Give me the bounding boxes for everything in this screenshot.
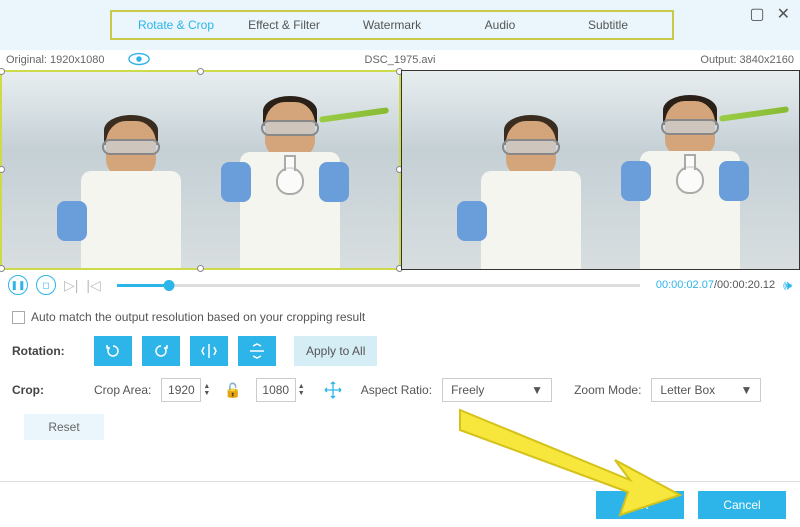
ok-button[interactable]: OK	[596, 491, 684, 519]
settings-panel: Auto match the output resolution based o…	[0, 300, 800, 450]
lock-icon[interactable]: 🔓	[224, 382, 241, 399]
stop-button[interactable]: ◻	[36, 275, 56, 295]
rotate-right-button[interactable]	[142, 336, 180, 366]
cancel-button[interactable]: Cancel	[698, 491, 786, 519]
chevron-down-icon: ▼	[531, 383, 543, 397]
tab-subtitle[interactable]: Subtitle	[554, 18, 662, 32]
tab-rotate-crop[interactable]: Rotate & Crop	[122, 18, 230, 32]
move-icon[interactable]	[321, 378, 345, 402]
window-controls: ▢ ✕	[749, 4, 790, 24]
progress-slider[interactable]	[117, 284, 640, 287]
time-display: 00:00:02.07/00:00:20.12	[656, 279, 775, 291]
crop-height-input[interactable]: 1080	[256, 378, 296, 402]
chevron-down-icon: ▼	[741, 383, 753, 397]
aspect-ratio-label: Aspect Ratio:	[361, 383, 432, 397]
zoom-mode-label: Zoom Mode:	[574, 383, 641, 397]
playback-bar: ❚❚ ◻ ▷| |◁ 00:00:02.07/00:00:20.12 🕪	[0, 270, 800, 300]
crop-width-spinner[interactable]: ▲▼	[203, 383, 210, 397]
auto-match-label: Auto match the output resolution based o…	[31, 310, 365, 324]
footer: OK Cancel	[0, 481, 800, 527]
minimize-icon[interactable]: ▢	[749, 4, 764, 24]
tab-watermark[interactable]: Watermark	[338, 18, 446, 32]
crop-width-input[interactable]: 1920	[161, 378, 201, 402]
rotate-left-button[interactable]	[94, 336, 132, 366]
tabs-highlight: Rotate & Crop Effect & Filter Watermark …	[110, 10, 674, 40]
info-bar: Original: 1920x1080 DSC_1975.avi Output:…	[0, 50, 800, 70]
auto-match-checkbox[interactable]	[12, 311, 25, 324]
output-resolution: Output: 3840x2160	[700, 54, 794, 66]
eye-icon[interactable]	[128, 52, 150, 66]
pause-button[interactable]: ❚❚	[8, 275, 28, 295]
crop-label: Crop:	[12, 383, 84, 397]
prev-frame-button[interactable]: ▷|	[64, 277, 78, 294]
tab-effect-filter[interactable]: Effect & Filter	[230, 18, 338, 32]
crop-area-label: Crop Area:	[94, 383, 151, 397]
preview-original[interactable]	[0, 70, 401, 270]
next-frame-button[interactable]: |◁	[86, 277, 100, 294]
close-icon[interactable]: ✕	[777, 4, 790, 24]
flip-vertical-button[interactable]	[238, 336, 276, 366]
preview-row	[0, 70, 800, 270]
preview-output	[401, 70, 800, 270]
filename: DSC_1975.avi	[365, 54, 436, 66]
zoom-mode-select[interactable]: Letter Box▼	[651, 378, 761, 402]
original-resolution: Original: 1920x1080	[6, 54, 104, 66]
header-bar: Rotate & Crop Effect & Filter Watermark …	[0, 0, 800, 50]
rotation-label: Rotation:	[12, 344, 84, 358]
volume-icon[interactable]: 🕪	[783, 277, 792, 294]
flip-horizontal-button[interactable]	[190, 336, 228, 366]
tab-audio[interactable]: Audio	[446, 18, 554, 32]
aspect-ratio-select[interactable]: Freely▼	[442, 378, 552, 402]
apply-to-all-button[interactable]: Apply to All	[294, 336, 377, 366]
reset-button[interactable]: Reset	[24, 414, 104, 440]
crop-height-spinner[interactable]: ▲▼	[298, 383, 305, 397]
